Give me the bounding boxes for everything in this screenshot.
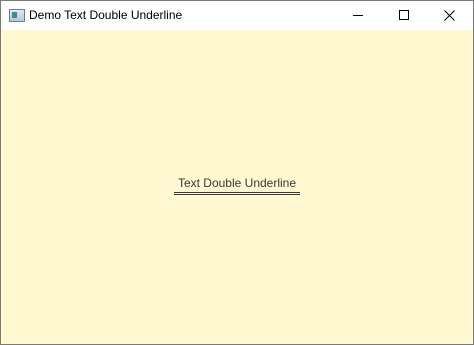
app-window-icon[interactable] — [9, 9, 25, 22]
demo-text-container: Text Double Underline — [1, 176, 473, 195]
maximize-icon — [399, 10, 409, 20]
underline-bottom — [173, 194, 301, 195]
close-icon — [444, 10, 455, 21]
minimize-button[interactable] — [335, 1, 381, 30]
client-area: Text Double Underline — [1, 30, 473, 344]
underline-top — [173, 192, 301, 193]
app-window: Demo Text Double Underline Text Double U… — [0, 0, 474, 345]
title-bar[interactable]: Demo Text Double Underline — [1, 1, 473, 30]
window-title: Demo Text Double Underline — [29, 8, 183, 22]
minimize-icon — [353, 15, 363, 16]
demo-text-label: Text Double Underline — [177, 176, 297, 190]
double-underlined-text: Text Double Underline — [173, 176, 301, 195]
close-button[interactable] — [427, 1, 473, 30]
maximize-button[interactable] — [381, 1, 427, 30]
